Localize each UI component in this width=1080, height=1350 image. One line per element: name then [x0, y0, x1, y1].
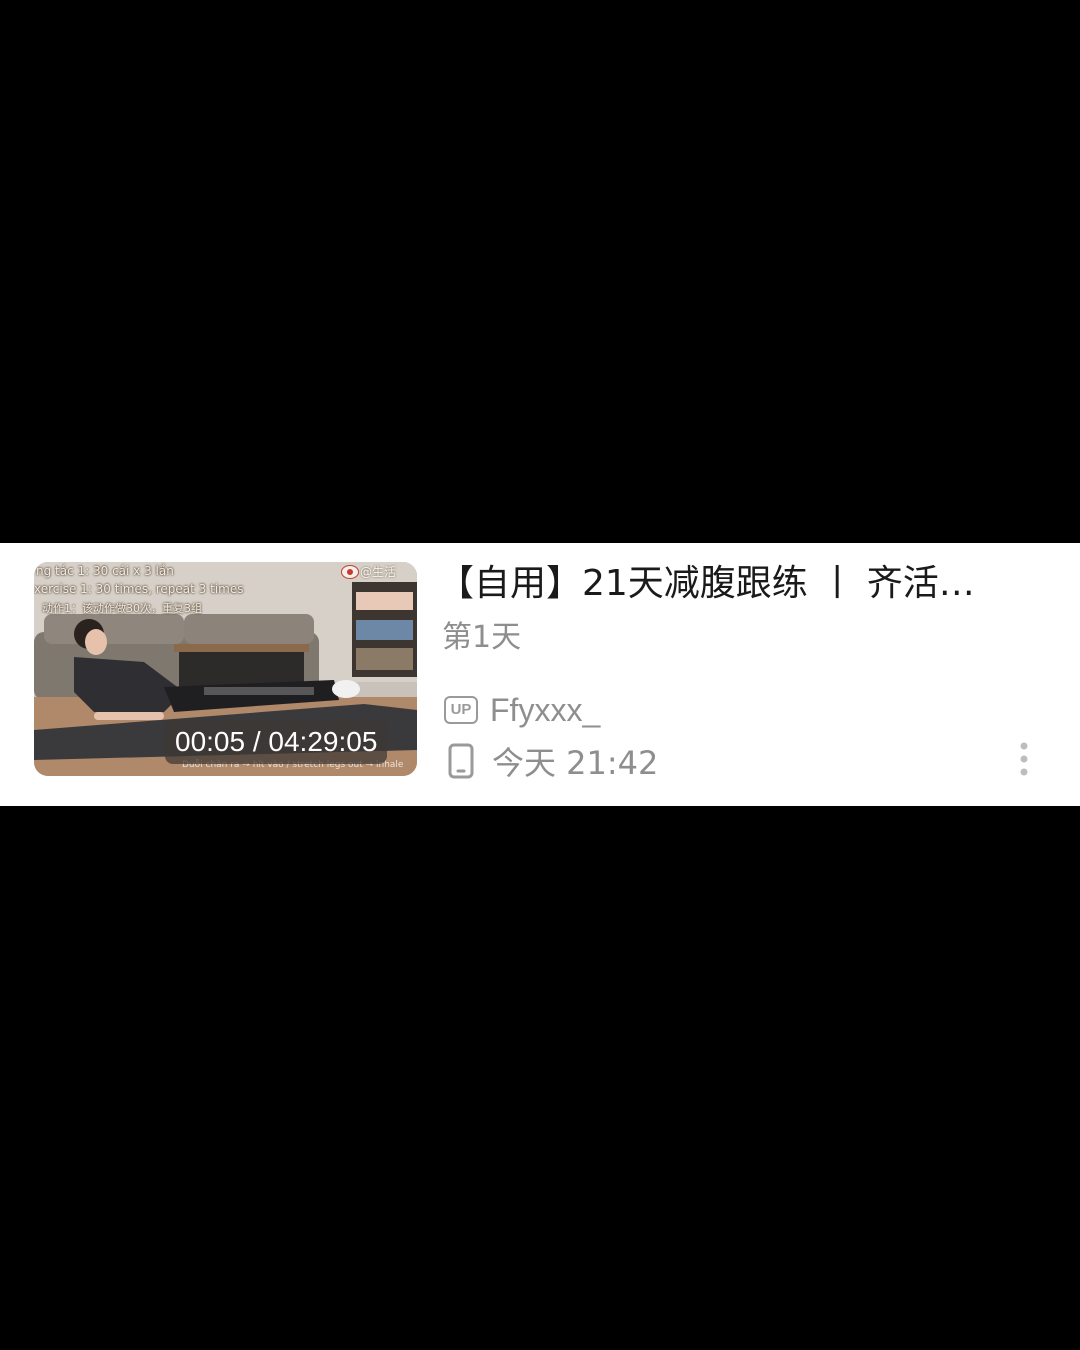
video-title[interactable]: 【自用】21天减腹跟练 丨 齐活… [438, 560, 998, 608]
watermark-logo-icon [341, 565, 359, 579]
phone-icon [448, 743, 474, 779]
up-badge-icon: UP [444, 696, 478, 724]
video-thumbnail[interactable]: ng tác 1: 30 cái x 3 lần xercise 1: 30 t… [34, 562, 417, 776]
watched-time: 今天 21:42 [492, 744, 659, 782]
caption-vietnamese: ng tác 1: 30 cái x 3 lần [36, 564, 174, 578]
video-part-label: 第1天 [442, 620, 522, 655]
more-options-button[interactable] [1004, 739, 1044, 779]
video-history-card[interactable]: ng tác 1: 30 cái x 3 lần xercise 1: 30 t… [0, 543, 1080, 806]
watched-time-row: 今天 21:42 [448, 739, 658, 783]
playback-progress-label: 00:05 / 04:29:05 [165, 720, 388, 764]
watermark-text: @生活 [360, 565, 397, 579]
caption-chinese: 动作1：该动作做30次，重复3组 [42, 602, 202, 615]
more-vertical-icon [1020, 742, 1028, 776]
uploader-name[interactable]: Ffyxxx_ [490, 692, 600, 729]
caption-english: xercise 1: 30 times, repeat 3 times [34, 582, 244, 596]
uploader-row[interactable]: UP Ffyxxx_ [444, 690, 600, 730]
